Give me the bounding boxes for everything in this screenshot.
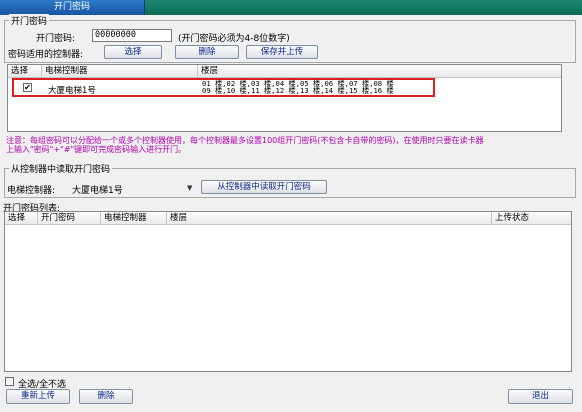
- tab-strip-background: [146, 0, 582, 15]
- notice-line2: 上输入"密码"+"#"键即可完成密码输入进行开门。: [6, 145, 187, 154]
- list-header-floors: 楼层: [167, 212, 492, 225]
- reupload-button[interactable]: 重新上传: [6, 389, 70, 404]
- exit-button[interactable]: 退出: [508, 389, 573, 404]
- password-list-table[interactable]: 选择 开门密码 电梯控制器 楼层 上传状态: [4, 211, 572, 372]
- notice-text: 注意：每组密码可以分配给一个或多个控制器使用，每个控制器最多设置100组开门密码…: [6, 136, 580, 154]
- notice-line1: 注意：每组密码可以分配给一个或多个控制器使用，每个控制器最多设置100组开门密码…: [6, 136, 484, 145]
- password-hint: (开门密码必须为4-8位数字): [178, 34, 290, 44]
- list-header-password: 开门密码: [38, 212, 101, 225]
- header-controller: 电梯控制器: [42, 65, 198, 78]
- password-input[interactable]: 00000000: [92, 29, 172, 42]
- list-header-select: 选择: [5, 212, 38, 225]
- select-button[interactable]: 选择: [104, 45, 162, 59]
- tab-strip: 开门密码: [0, 0, 582, 15]
- password-group-legend: 开门密码: [9, 14, 50, 27]
- save-upload-button[interactable]: 保存并上传: [246, 45, 318, 59]
- list-header-controller: 电梯控制器: [101, 212, 167, 225]
- controller-table[interactable]: 选择 电梯控制器 楼层 ✔ 大厦电梯1号 01 楼,02 楼,03 楼,04 楼…: [7, 64, 562, 132]
- read-controller-dropdown[interactable]: 大厦电梯1号: [72, 183, 123, 196]
- row-floors-line2: 09 楼,10 楼,11 楼,12 楼,13 楼,14 楼,15 楼,16 楼: [202, 86, 394, 95]
- select-all-checkbox[interactable]: [5, 377, 14, 386]
- list-header-upload-status: 上传状态: [495, 213, 530, 223]
- password-list-header: 选择 开门密码 电梯控制器 楼层 上传状态: [5, 212, 571, 225]
- header-floors: 楼层: [201, 66, 219, 76]
- read-from-controller-button[interactable]: 从控制器中读取开门密码: [201, 180, 327, 194]
- controller-table-header: 选择 电梯控制器 楼层: [8, 65, 561, 78]
- table-row[interactable]: ✔ 大厦电梯1号 01 楼,02 楼,03 楼,04 楼,05 楼,06 楼,0…: [12, 78, 435, 97]
- header-select: 选择: [8, 65, 42, 78]
- read-controller-label: 电梯控制器:: [7, 186, 56, 196]
- tab-door-password[interactable]: 开门密码: [0, 0, 145, 15]
- chevron-down-icon[interactable]: ▼: [187, 184, 192, 192]
- row-controller-name: 大厦电梯1号: [48, 86, 96, 96]
- delete-controller-button[interactable]: 删除: [175, 45, 239, 59]
- delete-password-button[interactable]: 删除: [79, 389, 133, 404]
- read-group-legend: 从控制器中读取开门密码: [9, 162, 113, 175]
- row-checkbox[interactable]: ✔: [23, 83, 32, 92]
- password-label: 开门密码:: [36, 34, 76, 44]
- controllers-label: 密码适用的控制器:: [8, 50, 84, 60]
